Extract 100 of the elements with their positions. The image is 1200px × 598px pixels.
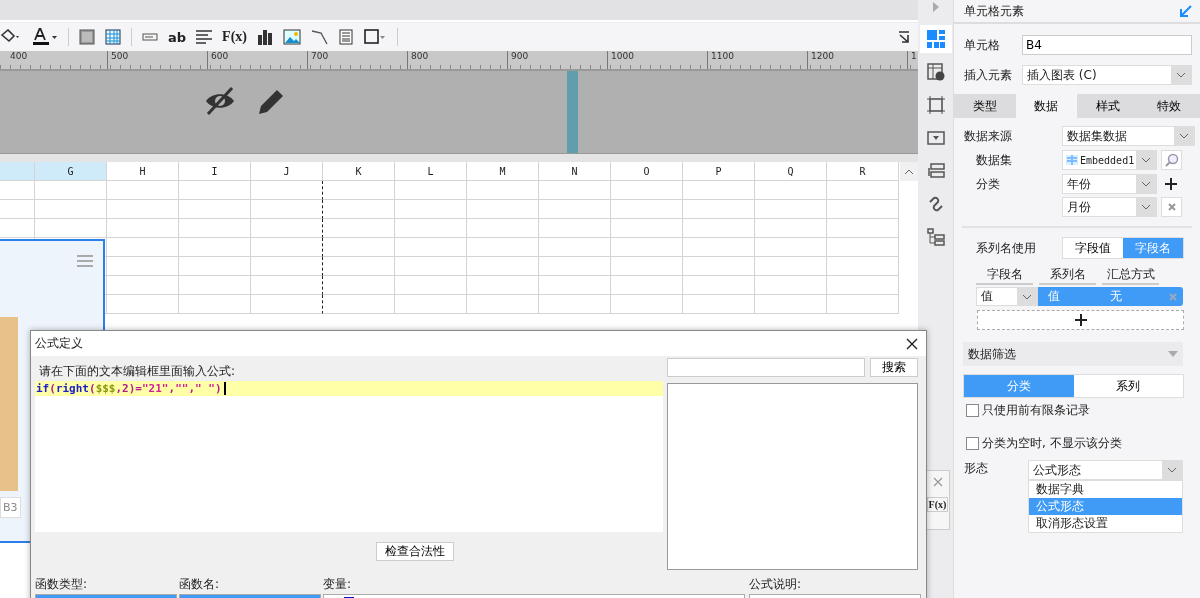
- tree-icon[interactable]: [926, 228, 945, 246]
- slash-line-icon[interactable]: [310, 29, 329, 45]
- list-label: 公式说明:: [749, 576, 802, 593]
- column-header[interactable]: N: [539, 162, 611, 181]
- field-select[interactable]: 值: [976, 287, 1038, 306]
- cell-info-icon[interactable]: [926, 63, 945, 81]
- search-button[interactable]: 搜索: [870, 358, 918, 377]
- column-header[interactable]: Q: [755, 162, 827, 181]
- checkbox[interactable]: [966, 437, 979, 450]
- grid-cell[interactable]: [251, 238, 323, 257]
- text-field-icon[interactable]: [142, 33, 158, 41]
- caret-icon: [1022, 293, 1032, 300]
- column-header: 汇总方式: [1102, 266, 1159, 285]
- expand-icon[interactable]: [932, 2, 939, 12]
- grid-cell[interactable]: [251, 257, 323, 276]
- grid-cell[interactable]: [251, 181, 323, 200]
- column-header[interactable]: I: [179, 162, 251, 181]
- field-label: 形态: [964, 460, 989, 477]
- grid-cell[interactable]: [251, 219, 323, 238]
- formula-tool[interactable]: F(x): [222, 29, 247, 45]
- bar-chart-icon[interactable]: [256, 29, 273, 45]
- collapse-icon[interactable]: [898, 31, 910, 43]
- grid-cell[interactable]: [251, 200, 323, 219]
- dataset-select[interactable]: Embedded1: [1062, 150, 1157, 170]
- column-header[interactable]: G: [35, 162, 107, 181]
- toggle-option[interactable]: 字段值: [1063, 238, 1123, 258]
- ruler-label: 600: [207, 51, 307, 69]
- list-label: 变量:: [323, 576, 352, 593]
- panel-title: 单元格元素: [964, 2, 1024, 20]
- column-header[interactable]: O: [611, 162, 683, 181]
- column-header[interactable]: L: [395, 162, 467, 181]
- scroll-button[interactable]: [900, 162, 918, 181]
- add-row-button[interactable]: [977, 310, 1184, 330]
- table-cell-text: 无: [1109, 288, 1123, 305]
- data-source-select[interactable]: 数据集数据: [1062, 126, 1195, 146]
- sidebar-tab[interactable]: [919, 25, 952, 53]
- dropdown-widget-icon[interactable]: [926, 131, 945, 145]
- field-label: 系列名使用: [975, 239, 1037, 257]
- table-icon: [1066, 155, 1078, 165]
- document-icon[interactable]: [338, 29, 353, 45]
- ruler-label: 700: [307, 51, 407, 69]
- checkbox[interactable]: [966, 404, 979, 417]
- column-header[interactable]: J: [251, 162, 323, 181]
- field-label: 数据来源: [964, 127, 1013, 145]
- toggle-option[interactable]: 系列: [1073, 375, 1183, 397]
- eye-slash-icon[interactable]: [203, 87, 237, 115]
- field-row[interactable]: 值 值 无: [976, 287, 1183, 306]
- column-header[interactable]: K: [323, 162, 395, 181]
- panel-tab[interactable]: 特效: [1138, 94, 1200, 118]
- validate-button[interactable]: 检查合法性: [376, 542, 454, 561]
- align-icon[interactable]: [196, 30, 213, 44]
- layout-icon[interactable]: [926, 163, 945, 179]
- category-select[interactable]: 月份: [1062, 197, 1157, 217]
- panel-tab[interactable]: 类型: [954, 94, 1016, 118]
- checkbox-label: 只使用前有限条记录: [982, 402, 1090, 419]
- panel-tab[interactable]: 样式: [1077, 94, 1139, 118]
- arrow-icon[interactable]: [1180, 5, 1192, 17]
- border-square-icon[interactable]: [362, 28, 387, 46]
- cell-input[interactable]: B4: [1022, 35, 1192, 55]
- close-icon: [1167, 203, 1176, 211]
- column-header[interactable]: P: [683, 162, 755, 181]
- form-select[interactable]: 公式形态: [1028, 460, 1183, 480]
- grid-cell[interactable]: [251, 276, 323, 295]
- pencil-icon[interactable]: [256, 87, 286, 117]
- close-icon[interactable]: [906, 337, 918, 350]
- column-header[interactable]: H: [107, 162, 179, 181]
- grid-cell[interactable]: [251, 295, 323, 314]
- insert-element-select[interactable]: 插入图表 (C): [1022, 65, 1192, 85]
- cell-tab[interactable]: B3: [0, 497, 21, 518]
- editor-prompt: 请在下面的文本编辑框里面输入公式:: [35, 358, 663, 381]
- menu-option[interactable]: 取消形态设置: [1029, 515, 1182, 532]
- cell-border-icon[interactable]: [79, 29, 95, 45]
- column-header[interactable]: R: [827, 162, 899, 181]
- paint-bucket-icon[interactable]: [0, 29, 22, 45]
- ruler-label: 900: [507, 51, 607, 69]
- column-header[interactable]: M: [467, 162, 539, 181]
- menu-option[interactable]: 数据字典: [1029, 481, 1182, 498]
- search-field[interactable]: [667, 358, 865, 377]
- table-grid-icon[interactable]: [105, 29, 121, 45]
- menu-icon[interactable]: [77, 255, 93, 267]
- section-header[interactable]: 数据筛选: [963, 342, 1183, 366]
- field-label: 单元格: [964, 36, 1001, 54]
- field-label: 数据集: [975, 151, 1013, 169]
- category-select[interactable]: 年份: [1062, 174, 1157, 194]
- plus-icon: [1074, 314, 1087, 326]
- text-tool[interactable]: ab: [168, 29, 187, 45]
- code-editor[interactable]: 请在下面的文本编辑框里面输入公式: if(right($$$,2)="21",""," "): [35, 358, 663, 532]
- column-header[interactable]: [0, 162, 35, 181]
- list-label: 函数名:: [179, 576, 220, 593]
- formula-button[interactable]: F(x): [926, 497, 949, 512]
- remove-button[interactable]: [1161, 197, 1182, 217]
- result-list[interactable]: [667, 383, 918, 570]
- ruler-label: 1200: [807, 51, 907, 69]
- field-label: 插入元素: [964, 66, 1013, 84]
- plus-icon[interactable]: [1165, 178, 1177, 190]
- frame-icon[interactable]: [926, 96, 945, 114]
- ruler-label: 500: [107, 51, 207, 69]
- font-color-icon[interactable]: [32, 28, 58, 46]
- search-button[interactable]: [1161, 150, 1182, 170]
- image-icon[interactable]: [282, 29, 301, 45]
